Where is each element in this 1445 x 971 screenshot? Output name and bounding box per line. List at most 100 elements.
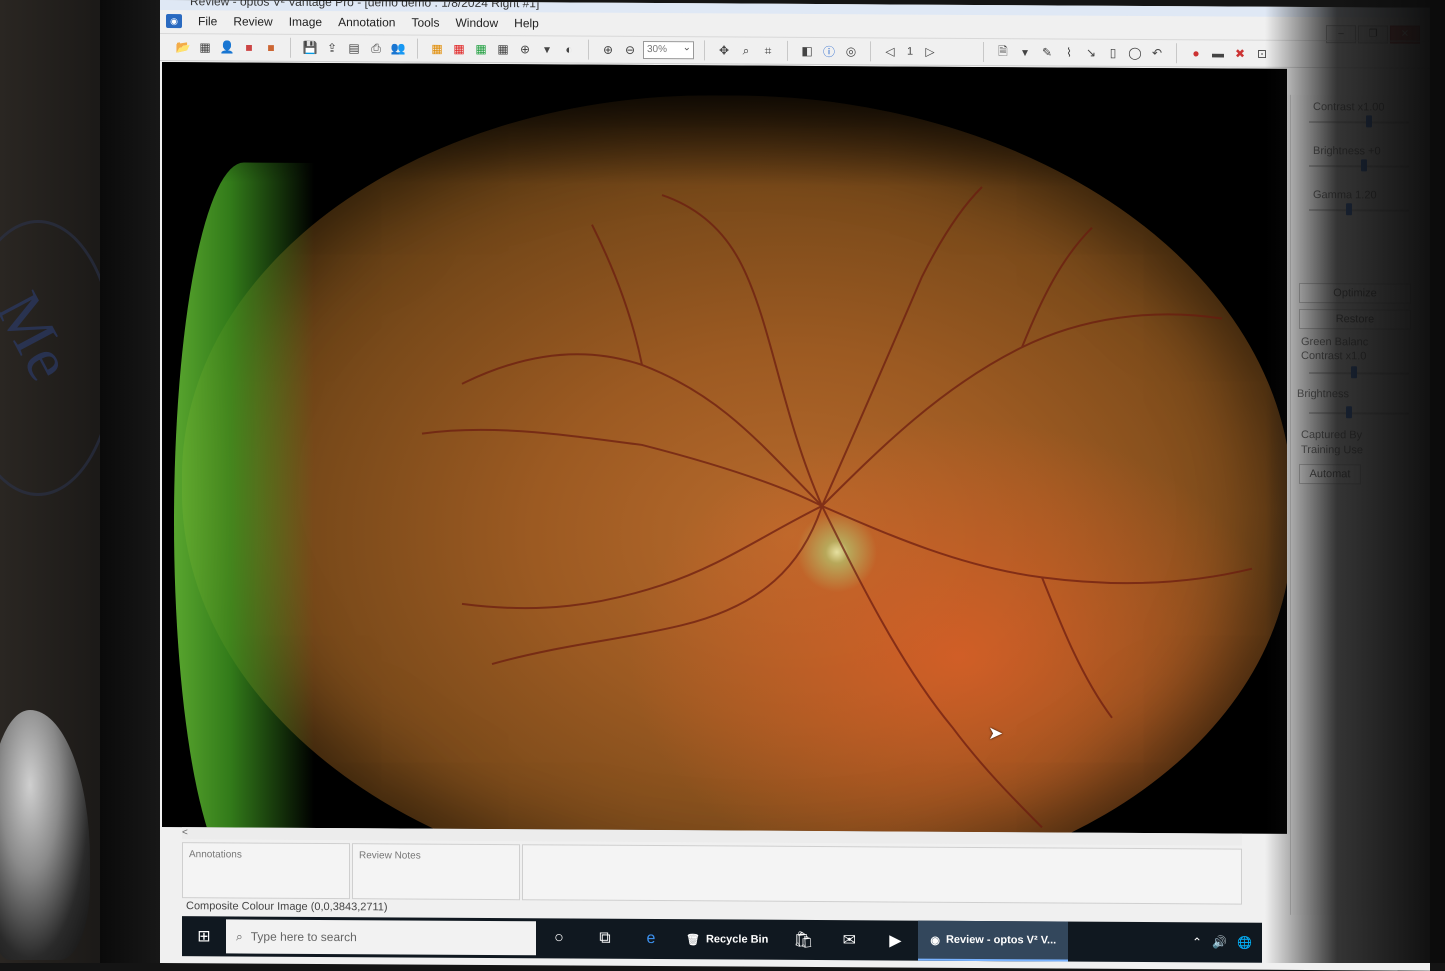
eye-icon[interactable]: ◎ — [842, 42, 860, 60]
contrast-slider[interactable]: Contrast x1.00 — [1291, 95, 1430, 140]
edge-browser-icon[interactable]: e — [628, 919, 674, 959]
desk-device — [0, 710, 90, 960]
optos-app-icon: ◉ — [930, 934, 940, 947]
captured-by-label: Captured By — [1301, 428, 1363, 442]
recycle-bin-task[interactable]: 🗑 Recycle Bin — [674, 919, 780, 960]
green-brightness-slider[interactable]: Brightness — [1291, 388, 1430, 429]
brightness-slider[interactable]: Brightness +0 — [1291, 139, 1430, 184]
red-channel-icon[interactable]: ▦ — [450, 40, 468, 58]
contrast-icon[interactable]: ◐ — [560, 40, 578, 58]
windows-taskbar: ⊞ ⌕ Type here to search ○ ⧉ e 🗑 Recycle … — [182, 916, 1262, 963]
gamma-thumb[interactable] — [1346, 203, 1352, 216]
menu-window[interactable]: Window — [447, 16, 506, 30]
user-settings-icon[interactable]: 👥 — [389, 39, 407, 57]
crop-icon[interactable]: ⌗ — [759, 42, 777, 60]
gamma-slider[interactable]: Gamma 1.20 — [1291, 183, 1430, 228]
taskbar-search[interactable]: ⌕ Type here to search — [226, 919, 536, 956]
green-contrast-label: Contrast x1.0 — [1301, 349, 1367, 363]
review-notes-label: Review Notes — [359, 850, 421, 862]
green-contrast-thumb[interactable] — [1351, 366, 1357, 379]
save-icon[interactable]: 💾 — [301, 39, 319, 57]
annotations-pane[interactable]: Annotations — [182, 842, 350, 900]
next-page-icon[interactable]: ▷ — [921, 43, 939, 61]
freehand-icon[interactable]: ⌇ — [1060, 43, 1078, 61]
delete-annotation-icon[interactable]: ✖ — [1231, 45, 1249, 63]
menu-tools[interactable]: Tools — [403, 15, 447, 30]
record-icon[interactable]: ● — [1187, 44, 1205, 62]
note-icon[interactable]: 🗎 — [994, 43, 1012, 61]
retinal-vessels — [421, 186, 1253, 829]
status-bar: Composite Colour Image (0,0,3843,2711) — [186, 900, 388, 914]
search-placeholder: Type here to search — [250, 929, 357, 945]
zoom-in-icon[interactable]: ⊕ — [599, 41, 617, 59]
export-icon[interactable]: ⇪ — [323, 39, 341, 57]
contrast-label: Contrast x1.00 — [1313, 101, 1385, 114]
monitor-screen: Review - optos V² Vantage Pro - [demo de… — [160, 0, 1430, 971]
app-icon[interactable]: ◉ — [166, 14, 182, 29]
pan-icon[interactable]: ✥ — [715, 41, 733, 59]
zoom-out-icon[interactable]: ⊖ — [621, 41, 639, 59]
page-number: 1 — [906, 45, 914, 58]
network-icon[interactable]: 🌐 — [1237, 936, 1252, 950]
menu-image[interactable]: Image — [281, 15, 330, 29]
mail-icon[interactable]: ✉ — [826, 920, 872, 960]
arrow-tool-icon[interactable]: ↘ — [1082, 44, 1100, 62]
recycle-bin-icon: 🗑 — [686, 933, 700, 946]
fit-window-icon[interactable]: ⊡ — [1253, 45, 1271, 63]
pencil-icon[interactable]: ✎ — [1038, 43, 1056, 61]
ellipse-tool-icon[interactable]: ◯ — [1126, 44, 1144, 62]
grid-layout-icon[interactable]: ▦ — [494, 40, 512, 58]
note-dropdown-icon[interactable]: ▾ — [1016, 43, 1034, 61]
system-tray: ⌃ 🔊 🌐 — [1192, 935, 1262, 949]
tray-chevron-icon[interactable]: ⌃ — [1192, 935, 1202, 949]
green-brightness-thumb[interactable] — [1346, 406, 1352, 419]
print-icon[interactable]: ⎙ — [367, 39, 385, 57]
menu-help[interactable]: Help — [506, 16, 547, 30]
target-icon[interactable]: ⊕ — [516, 40, 534, 58]
thumbnails-icon[interactable]: ▦ — [196, 38, 214, 56]
training-user-label: Training Use — [1301, 443, 1363, 457]
previous-page-icon[interactable]: ◁ — [881, 42, 899, 60]
details-pane — [522, 844, 1242, 905]
open-folder-icon[interactable]: 📂 — [174, 38, 192, 56]
dropdown-arrow-icon[interactable]: ▾ — [538, 40, 556, 58]
menu-review[interactable]: Review — [225, 14, 280, 28]
composite-channel-icon[interactable]: ▦ — [428, 40, 446, 58]
gamma-label: Gamma 1.20 — [1313, 189, 1377, 202]
optimize-button[interactable]: Optimize — [1299, 282, 1411, 304]
undo-icon[interactable]: ↶ — [1148, 44, 1166, 62]
report-icon[interactable]: ▤ — [345, 39, 363, 57]
cortana-icon[interactable]: ○ — [536, 918, 582, 958]
task-view-icon[interactable]: ⧉ — [582, 919, 628, 959]
menu-file[interactable]: File — [190, 14, 225, 28]
review-app-task[interactable]: ◉ Review - optos V² V... — [918, 920, 1069, 962]
menu-annotation[interactable]: Annotation — [330, 15, 403, 29]
split-view-icon[interactable]: ◧ — [798, 42, 816, 60]
media-player-icon[interactable]: ▶ — [872, 920, 918, 960]
green-balance-label: Green Balanc — [1301, 335, 1369, 349]
mouse-cursor-icon: ➤ — [988, 723, 1004, 744]
green-channel-icon[interactable]: ▦ — [472, 40, 490, 58]
volume-icon[interactable]: 🔊 — [1212, 935, 1227, 949]
zoom-select[interactable]: 30% — [643, 40, 694, 60]
red-image-icon[interactable]: ■ — [240, 38, 258, 56]
automatic-button[interactable]: Automat — [1299, 463, 1361, 485]
green-contrast-slider[interactable]: Contrast x1.0 — [1291, 350, 1430, 389]
bottom-panes: Annotations Review Notes — [182, 842, 1242, 905]
store-icon[interactable]: 🛍 — [780, 920, 826, 960]
annotations-label: Annotations — [189, 849, 242, 861]
review-notes-pane[interactable]: Review Notes — [352, 843, 520, 901]
restore-adjust-button[interactable]: Restore — [1299, 308, 1411, 330]
contrast-thumb[interactable] — [1366, 115, 1372, 128]
compare-icon[interactable]: ■ — [262, 39, 280, 57]
patient-icon[interactable]: 👤 — [218, 38, 236, 56]
magnifier-icon[interactable]: ⌕ — [737, 42, 755, 60]
start-button-icon[interactable]: ⊞ — [182, 916, 226, 956]
monitor-bezel — [100, 0, 162, 963]
ruler-icon[interactable]: ▬ — [1209, 44, 1227, 62]
text-note-icon[interactable]: ▯ — [1104, 44, 1122, 62]
info-icon[interactable]: ⓘ — [820, 42, 838, 60]
green-brightness-label: Brightness — [1297, 387, 1349, 401]
image-viewer[interactable]: ➤ — [162, 62, 1287, 834]
brightness-thumb[interactable] — [1361, 159, 1367, 172]
